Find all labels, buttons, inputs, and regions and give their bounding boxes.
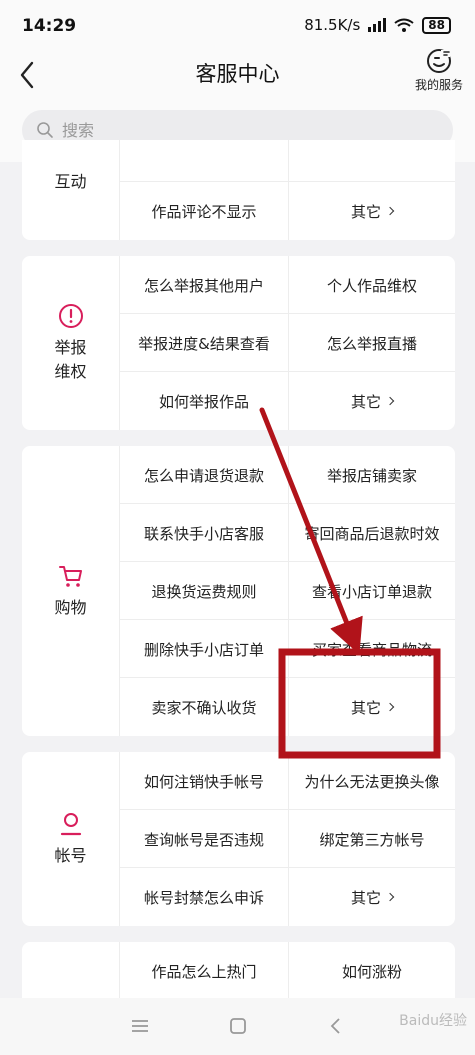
table-row: 怎么申请退货退款 举报店铺卖家: [120, 446, 455, 504]
menu-icon[interactable]: [128, 1016, 152, 1036]
home-icon[interactable]: [226, 1016, 250, 1036]
chevron-right-icon: [385, 892, 395, 902]
table-row: 作品怎么上热门 如何涨粉: [120, 942, 455, 998]
more-label: 其它: [350, 698, 381, 717]
my-service-label: 我的服务: [414, 78, 463, 92]
system-nav-bar: Baidu经验: [0, 998, 475, 1055]
alert-circle-icon: [58, 304, 83, 328]
faq-item[interactable]: 联系快手小店客服: [120, 504, 288, 562]
faq-item[interactable]: 查看小店订单退款: [288, 562, 455, 620]
table-row: 怎么举报其他用户 个人作品维权: [120, 256, 455, 314]
faq-item[interactable]: 为什么无法更换头像: [288, 752, 455, 810]
faq-item[interactable]: 删除快手小店订单: [120, 620, 288, 678]
section-label: 互动: [54, 172, 87, 191]
section-label: 购物: [54, 598, 87, 617]
table-row: 删除快手小店订单 买家查看商品物流: [120, 620, 455, 678]
section-label: 举报维权: [54, 338, 87, 381]
section-label-col: 帐号: [22, 752, 120, 926]
table-row: 作品评论不显示 其它: [120, 182, 455, 240]
section-grid: 怎么申请退货退款 举报店铺卖家 联系快手小店客服 寄回商品后退款时效 退换货运费…: [120, 446, 455, 736]
section-grid: 怎么举报其他用户 个人作品维权 举报进度&结果查看 怎么举报直播 如何举报作品 …: [120, 256, 455, 430]
wifi-icon: [394, 18, 414, 32]
network-speed: 81.5K/s: [304, 16, 361, 34]
faq-item[interactable]: 怎么举报直播: [288, 314, 455, 372]
more-label: 其它: [350, 202, 381, 221]
my-service-button[interactable]: 我的服务: [411, 46, 467, 93]
page-title: 客服中心: [195, 62, 280, 86]
section-label-col: 互动: [22, 140, 120, 240]
status-time: 14:29: [22, 16, 77, 36]
shopping-cart-icon: [58, 566, 82, 587]
faq-item[interactable]: 如何涨粉: [288, 942, 455, 998]
customer-service-icon: [427, 49, 451, 73]
section-grid: 作品怎么上热门 如何涨粉: [120, 942, 455, 998]
faq-item[interactable]: [288, 140, 455, 182]
chevron-right-icon: [385, 206, 395, 216]
status-indicators: 81.5K/s 88: [304, 16, 451, 34]
faq-item[interactable]: 卖家不确认收货: [120, 678, 288, 736]
faq-item[interactable]: [120, 140, 288, 182]
faq-item[interactable]: 作品怎么上热门: [120, 942, 288, 998]
faq-item[interactable]: 如何注销快手帐号: [120, 752, 288, 810]
faq-more-button[interactable]: 其它: [288, 182, 455, 240]
table-row: 如何举报作品 其它: [120, 372, 455, 430]
faq-more-button[interactable]: 其它: [288, 678, 455, 736]
faq-item[interactable]: 作品评论不显示: [120, 182, 288, 240]
table-row: 联系快手小店客服 寄回商品后退款时效: [120, 504, 455, 562]
section-label-col: [22, 942, 120, 998]
watermark: Baidu经验: [399, 1013, 467, 1029]
table-row: 查询帐号是否违规 绑定第三方帐号: [120, 810, 455, 868]
faq-more-button[interactable]: 其它: [288, 868, 455, 926]
table-row: [120, 140, 455, 182]
section-grid: 作品评论不显示 其它: [120, 140, 455, 240]
section-report: 举报维权 怎么举报其他用户 个人作品维权 举报进度&结果查看 怎么举报直播 如何…: [22, 256, 455, 430]
battery-icon: 88: [422, 16, 451, 34]
table-row: 退换货运费规则 查看小店订单退款: [120, 562, 455, 620]
faq-item[interactable]: 帐号封禁怎么申诉: [120, 868, 288, 926]
back-icon[interactable]: [324, 1016, 348, 1036]
user-icon: [60, 813, 81, 836]
section-grid: 如何注销快手帐号 为什么无法更换头像 查询帐号是否违规 绑定第三方帐号 帐号封禁…: [120, 752, 455, 926]
faq-item[interactable]: 绑定第三方帐号: [288, 810, 455, 868]
more-label: 其它: [350, 392, 381, 411]
chevron-right-icon: [385, 702, 395, 712]
faq-item[interactable]: 买家查看商品物流: [288, 620, 455, 678]
section-interaction: 互动 作品评论不显示 其它: [22, 140, 455, 240]
table-row: 举报进度&结果查看 怎么举报直播: [120, 314, 455, 372]
faq-item[interactable]: 查询帐号是否违规: [120, 810, 288, 868]
section-shopping: 购物 怎么申请退货退款 举报店铺卖家 联系快手小店客服 寄回商品后退款时效 退换…: [22, 446, 455, 736]
more-label: 其它: [350, 888, 381, 907]
faq-item[interactable]: 如何举报作品: [120, 372, 288, 430]
chevron-right-icon: [385, 396, 395, 406]
faq-item[interactable]: 举报店铺卖家: [288, 446, 455, 504]
section-label-col: 举报维权: [22, 256, 120, 430]
faq-item[interactable]: 怎么举报其他用户: [120, 256, 288, 314]
faq-more-button[interactable]: 其它: [288, 372, 455, 430]
section-label: 帐号: [54, 846, 87, 865]
table-row: 如何注销快手帐号 为什么无法更换头像: [120, 752, 455, 810]
faq-item[interactable]: 怎么申请退货退款: [120, 446, 288, 504]
faq-item[interactable]: 举报进度&结果查看: [120, 314, 288, 372]
status-bar: 14:29 81.5K/s 88: [0, 0, 475, 50]
faq-item[interactable]: 寄回商品后退款时效: [288, 504, 455, 562]
section-creation: 作品怎么上热门 如何涨粉: [22, 942, 455, 998]
section-account: 帐号 如何注销快手帐号 为什么无法更换头像 查询帐号是否违规 绑定第三方帐号 帐…: [22, 752, 455, 926]
signal-icon: [368, 18, 387, 32]
table-row: 卖家不确认收货 其它: [120, 678, 455, 736]
faq-item[interactable]: 退换货运费规则: [120, 562, 288, 620]
header: 客服中心 我的服务: [0, 49, 475, 100]
section-label-col: 购物: [22, 446, 120, 736]
search-icon: [37, 122, 53, 138]
table-row: 帐号封禁怎么申诉 其它: [120, 868, 455, 926]
faq-item[interactable]: 个人作品维权: [288, 256, 455, 314]
